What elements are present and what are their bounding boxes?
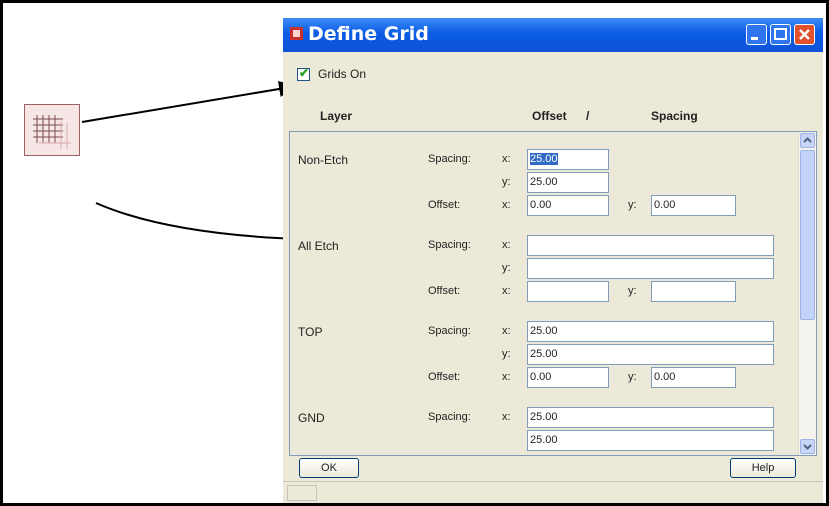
x-label: x: (502, 239, 511, 251)
chevron-down-icon (803, 444, 812, 450)
y-label: y: (502, 262, 511, 274)
grids-on-checkbox[interactable]: ✔ (297, 66, 310, 81)
title-bar[interactable]: Define Grid (283, 18, 823, 52)
top-spacing-y-input[interactable]: 25.00 (527, 344, 774, 365)
close-button[interactable] (794, 24, 815, 45)
vertical-scrollbar[interactable] (798, 132, 816, 455)
y-label: y: (502, 348, 511, 360)
top-spacing-x-input[interactable]: 25.00 (527, 321, 774, 342)
help-button[interactable]: Help (730, 458, 796, 478)
close-icon (799, 29, 810, 40)
gnd-spacing-x-input[interactable]: 25.00 (527, 407, 774, 428)
minimize-button[interactable] (746, 24, 767, 45)
chevron-up-icon (803, 137, 812, 143)
spacing-label: Spacing: (428, 411, 471, 423)
spacing-label: Spacing: (428, 325, 471, 337)
y-label: y: (502, 176, 511, 188)
arrow-to-grids-on (81, 81, 299, 123)
header-layer: Layer (320, 109, 353, 123)
all-etch-spacing-x-input[interactable] (527, 235, 774, 256)
non-etch-spacing-x-value: 25.00 (530, 153, 558, 165)
grids-on-label: Grids On (318, 67, 367, 81)
y-label: y: (628, 199, 637, 211)
x-label: x: (502, 199, 511, 211)
y-label: y: (628, 371, 637, 383)
x-label: x: (502, 285, 511, 297)
non-etch-spacing-y-input[interactable]: 25.00 (527, 172, 609, 193)
non-etch-offset-x-input[interactable]: 0.00 (527, 195, 609, 216)
header-slash: / (586, 109, 590, 123)
check-icon: ✔ (299, 66, 310, 80)
layer-grid-panel: Non-Etch Spacing: x: 25.00 y: 25.00 Offs… (289, 131, 817, 456)
all-etch-offset-x-input[interactable] (527, 281, 609, 302)
y-label: y: (628, 285, 637, 297)
all-etch-spacing-y-input[interactable] (527, 258, 774, 279)
layer-name-all-etch: All Etch (298, 239, 339, 253)
maximize-button[interactable] (770, 24, 791, 45)
top-offset-x-input[interactable]: 0.00 (527, 367, 609, 388)
status-cell (287, 485, 317, 501)
non-etch-spacing-x-input[interactable]: 25.00 (527, 149, 609, 170)
gnd-spacing-y-input[interactable]: 25.00 (527, 430, 774, 451)
app-icon (290, 27, 303, 40)
spacing-label: Spacing: (428, 239, 471, 251)
layer-name-non-etch: Non-Etch (298, 153, 349, 167)
scroll-up-button[interactable] (800, 133, 815, 148)
x-label: x: (502, 411, 511, 423)
layer-name-gnd: GND (298, 411, 325, 425)
x-label: x: (502, 371, 511, 383)
layer-name-top: TOP (298, 325, 323, 339)
offset-label: Offset: (428, 285, 461, 297)
header-offset: Offset (532, 109, 567, 123)
ok-button[interactable]: OK (299, 458, 359, 478)
non-etch-offset-y-input[interactable]: 0.00 (651, 195, 736, 216)
maximize-icon (774, 28, 787, 40)
scroll-thumb[interactable] (800, 150, 815, 320)
dialog-title: Define Grid (308, 23, 429, 45)
all-etch-offset-y-input[interactable] (651, 281, 736, 302)
status-bar (283, 481, 823, 504)
minimize-icon (751, 37, 758, 40)
scroll-down-button[interactable] (800, 439, 815, 454)
define-grid-dialog: Define Grid ✔ Grids On Layer Offset / Sp… (283, 18, 823, 503)
offset-label: Offset: (428, 199, 461, 211)
x-label: x: (502, 153, 511, 165)
x-label: x: (502, 325, 511, 337)
header-spacing: Spacing (651, 109, 698, 123)
offset-label: Offset: (428, 371, 461, 383)
spacing-label: Spacing: (428, 153, 471, 165)
top-offset-y-input[interactable]: 0.00 (651, 367, 736, 388)
